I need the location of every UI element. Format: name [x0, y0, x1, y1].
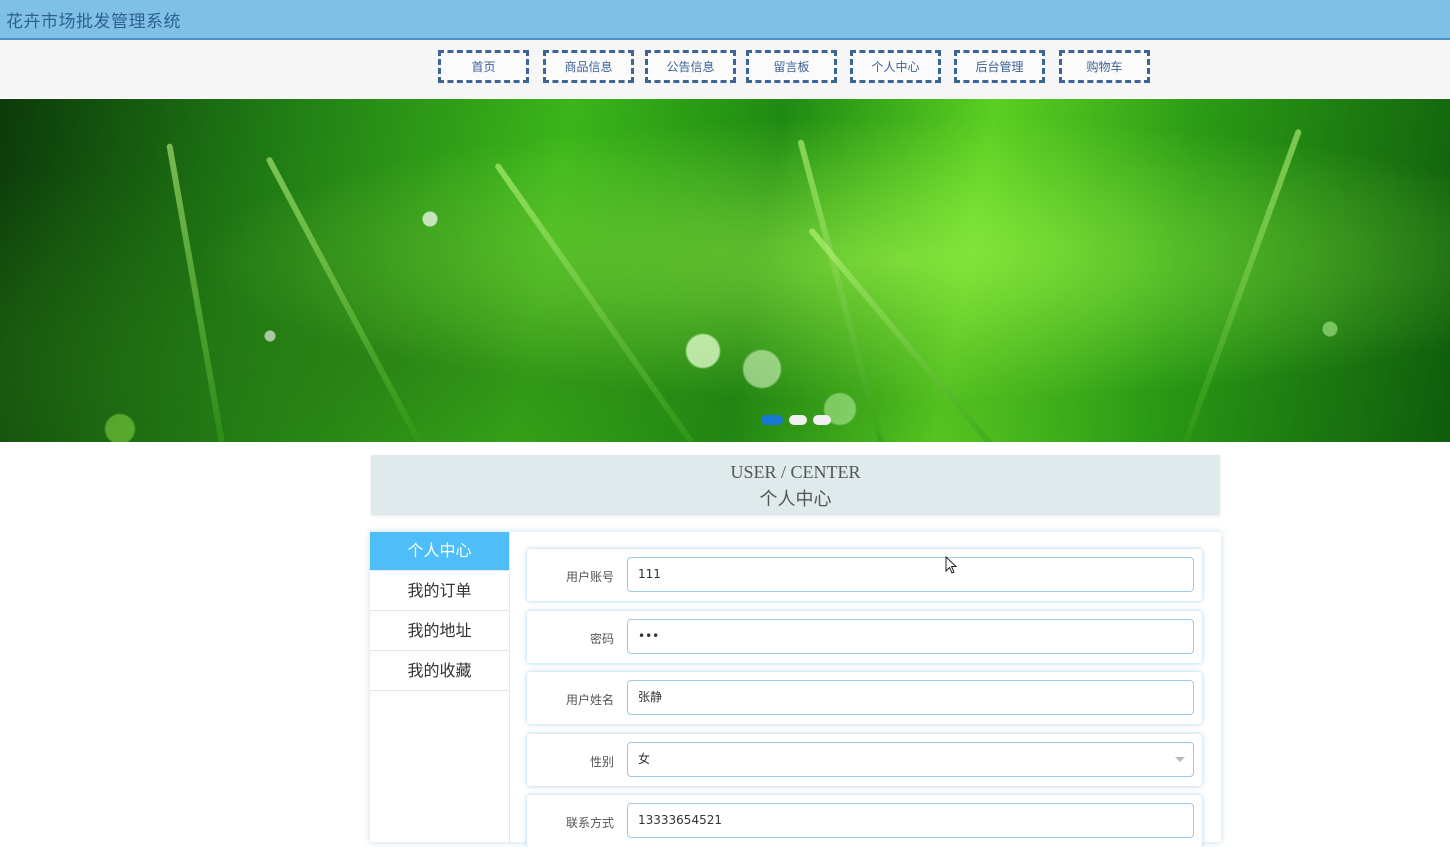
app-title: 花卉市场批发管理系统: [6, 12, 181, 32]
side-menu-my-favorites[interactable]: 我的收藏: [370, 651, 509, 691]
nav-cart[interactable]: 购物车: [1059, 50, 1150, 83]
banner-carousel[interactable]: [0, 99, 1450, 442]
grass-blade: [494, 162, 706, 442]
carousel-dot-1[interactable]: [761, 415, 783, 425]
mouse-pointer-icon: [945, 556, 958, 574]
form-row-gender: 性别 女: [527, 734, 1202, 786]
gender-label: 性别: [589, 755, 614, 769]
main-navigation: 首页 商品信息 公告信息 留言板 个人中心 后台管理 购物车: [0, 40, 1450, 98]
gender-select[interactable]: 女: [627, 742, 1194, 777]
account-input[interactable]: 111: [627, 557, 1194, 592]
nav-announcements[interactable]: 公告信息: [645, 50, 736, 83]
password-label: 密码: [589, 632, 614, 646]
account-label: 用户账号: [565, 570, 614, 584]
nav-user-center[interactable]: 个人中心: [850, 50, 941, 83]
side-menu-user-center[interactable]: 个人中心: [370, 532, 509, 571]
grass-blade: [265, 156, 426, 442]
section-title-zh: 个人中心: [759, 489, 832, 510]
name-label: 用户姓名: [565, 693, 614, 707]
phone-label: 联系方式: [565, 816, 614, 830]
grass-blade: [166, 143, 226, 442]
password-input[interactable]: •••: [627, 619, 1194, 654]
carousel-dot-3[interactable]: [813, 415, 831, 425]
form-row-password: 密码 •••: [527, 611, 1202, 663]
nav-admin[interactable]: 后台管理: [954, 50, 1045, 83]
nav-message-board[interactable]: 留言板: [746, 50, 837, 83]
form-row-phone: 联系方式 13333654521: [527, 795, 1202, 847]
nav-home[interactable]: 首页: [438, 50, 529, 83]
form-row-name: 用户姓名 张静: [527, 672, 1202, 724]
section-title-en: USER / CENTER: [730, 462, 861, 482]
grass-blade: [797, 139, 886, 442]
carousel-dot-2[interactable]: [789, 415, 807, 425]
side-menu-my-orders[interactable]: 我的订单: [370, 571, 509, 611]
user-center-panel: 个人中心 我的订单 我的地址 我的收藏 用户账号 111 密码 ••• 用户姓名…: [370, 532, 1221, 847]
form-row-account: 用户账号 111: [527, 549, 1202, 601]
grass-blade: [1180, 128, 1303, 442]
side-menu: 个人中心 我的订单 我的地址 我的收藏: [370, 532, 510, 842]
nav-products[interactable]: 商品信息: [543, 50, 634, 83]
carousel-indicators: [761, 415, 831, 425]
section-header: USER / CENTER 个人中心: [371, 455, 1220, 515]
gender-value: 女: [638, 752, 651, 766]
phone-input[interactable]: 13333654521: [627, 803, 1194, 838]
side-menu-my-address[interactable]: 我的地址: [370, 611, 509, 651]
grass-blade: [807, 227, 1006, 442]
name-input[interactable]: 张静: [627, 680, 1194, 715]
chevron-down-icon: [1175, 757, 1185, 762]
top-header-bar: 花卉市场批发管理系统: [0, 0, 1450, 40]
